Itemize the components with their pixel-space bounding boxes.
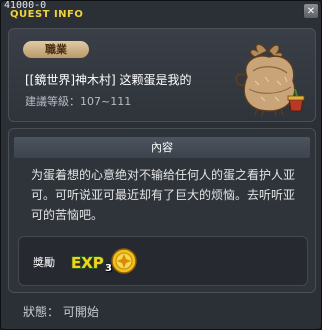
content-heading: 內容 [14, 137, 310, 158]
quest-info-window: 41000-0 QUEST INFO ✕ 職業 [[鏡世界]神木村] 这颗蛋是我… [0, 0, 322, 330]
quest-status: 狀態： 可開始 [23, 305, 99, 319]
quest-header-panel: 職業 [[鏡世界]神木村] 这颗蛋是我的 建議等級：107~111 [8, 28, 316, 122]
reward-item-count: 3 [105, 263, 112, 274]
window-title: QUEST INFO [10, 9, 84, 20]
reward-panel: 獎勵 EXP 3 [18, 236, 308, 286]
close-button[interactable]: ✕ [303, 3, 319, 19]
quest-description: 为蛋着想的心意绝对不输给任何人的蛋之看护人亚可。可听说亚可最近却有了巨大的烦恼。… [31, 168, 296, 222]
egg-sack-npc-icon [235, 43, 305, 117]
quest-name: [[鏡世界]神木村] 这颗蛋是我的 [25, 73, 192, 87]
recommended-level: 建議等級：107~111 [25, 95, 132, 108]
job-tag: 職業 [23, 41, 89, 58]
reward-label: 獎勵 [33, 256, 55, 269]
quest-content-panel: 內容 为蛋着想的心意绝对不输给任何人的蛋之看护人亚可。可听说亚可最近却有了巨大的… [8, 128, 316, 293]
close-icon: ✕ [306, 6, 316, 17]
exp-label: EXP [71, 254, 104, 272]
